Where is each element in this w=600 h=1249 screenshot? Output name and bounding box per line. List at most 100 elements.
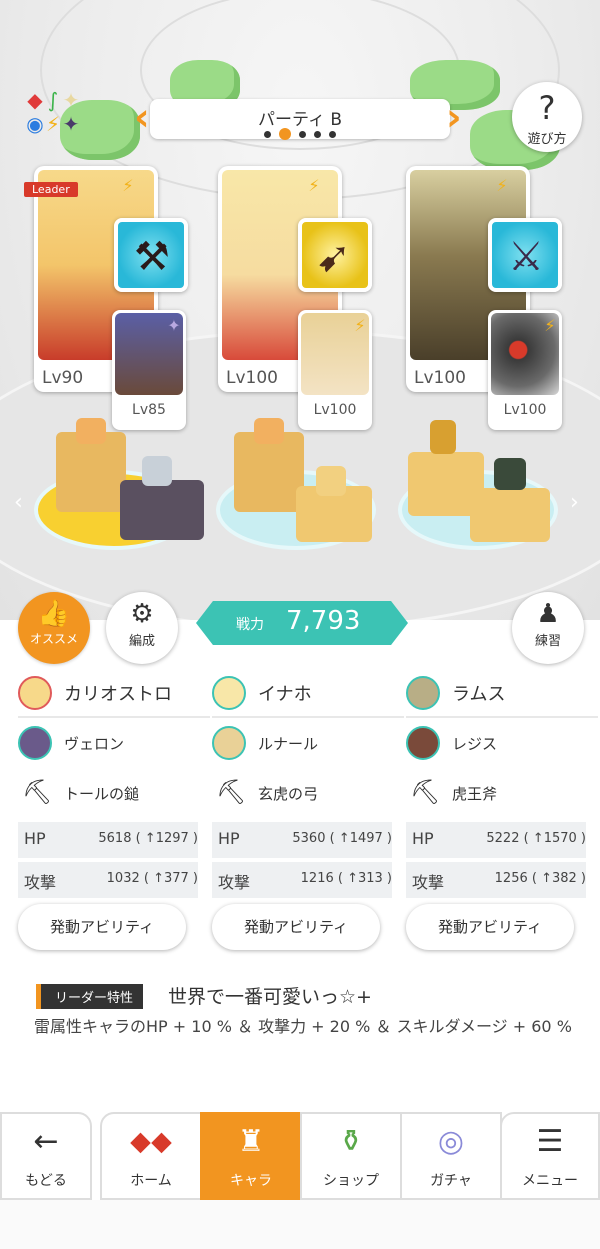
sub-character-card-2[interactable]: ⚡ Lv100 bbox=[298, 310, 372, 430]
gacha-icon: ◎ bbox=[437, 1124, 465, 1159]
weapon-slot-3[interactable]: ⚔ bbox=[488, 218, 562, 292]
sub-character-name: ヴェロン bbox=[64, 735, 125, 753]
party-title: パーティ B bbox=[257, 110, 343, 130]
weapon-slot-2[interactable]: ➹ bbox=[298, 218, 372, 292]
pixel-character bbox=[142, 456, 172, 486]
thunder-icon: ⚡ bbox=[496, 176, 508, 195]
scroll-left-icon[interactable]: ‹ bbox=[14, 490, 23, 515]
weapon-row[interactable]: ⛏ 玄虎の弓 bbox=[212, 772, 392, 822]
page-dot-active bbox=[279, 128, 291, 140]
main-level: Lv100 bbox=[226, 368, 278, 388]
sub-level: Lv100 bbox=[503, 402, 547, 418]
nav-menu-label: メニュー bbox=[522, 1173, 578, 1189]
avatar bbox=[406, 726, 440, 760]
pixel-character bbox=[494, 458, 526, 490]
leader-skill-name: 世界で一番可愛いっ☆+ bbox=[168, 986, 372, 1008]
main-character-name: ラムス bbox=[452, 684, 506, 705]
sub-character-name: レジス bbox=[452, 735, 498, 753]
weapon-row[interactable]: ⛏ 虎王斧 bbox=[406, 772, 586, 822]
hp-stat: HP 5360 ( ↑1497 ) bbox=[212, 822, 392, 858]
sub-character-row[interactable]: ルナール bbox=[212, 722, 392, 772]
attack-stat: 攻撃 1216 ( ↑313 ) bbox=[212, 862, 392, 898]
formation-button[interactable]: ⚙ 編成 bbox=[106, 592, 178, 664]
hp-value: 5222 ( ↑1570 ) bbox=[486, 831, 586, 846]
nav-back-label: もどる bbox=[25, 1173, 67, 1189]
axe-icon: ⚔ bbox=[508, 234, 544, 280]
avatar bbox=[212, 726, 246, 760]
axe-icon: ⛏ bbox=[216, 778, 247, 806]
weapon-name: トールの鎚 bbox=[64, 785, 140, 803]
scroll-right-icon[interactable]: › bbox=[570, 490, 579, 515]
sub-character-card-1[interactable]: ✦ Lv85 bbox=[112, 310, 186, 430]
page-dot bbox=[299, 130, 306, 138]
thunder-icon: ⚡ bbox=[354, 316, 366, 335]
sub-character-row[interactable]: レジス bbox=[406, 722, 586, 772]
menu-list-icon: ☰ bbox=[536, 1124, 564, 1159]
recommend-button[interactable]: 👍 オススメ bbox=[18, 592, 90, 664]
nav-home-label: ホーム bbox=[130, 1173, 172, 1189]
leader-skill-description: 雷属性キャラのHP + 10 % ＆ 攻撃力 + 20 % ＆ スキルダメージ … bbox=[34, 1017, 572, 1036]
divider bbox=[18, 716, 210, 718]
main-level: Lv100 bbox=[414, 368, 466, 388]
back-arrow-icon: ← bbox=[33, 1124, 59, 1159]
divider bbox=[406, 716, 598, 718]
power-display: 戦力 7,793 bbox=[196, 601, 408, 645]
weapon-slot-1[interactable]: ⚒ bbox=[114, 218, 188, 292]
nav-back[interactable]: ← もどる bbox=[0, 1112, 92, 1200]
leader-badge: Leader bbox=[24, 182, 78, 197]
home-icon: ⬥⬥ bbox=[130, 1124, 172, 1159]
pixel-character bbox=[76, 418, 106, 444]
wind-element-icon: ∫ bbox=[47, 88, 59, 112]
main-character-row[interactable]: イナホ bbox=[212, 672, 404, 722]
axe-icon: ⛏ bbox=[22, 778, 53, 806]
main-character-row[interactable]: ラムス bbox=[406, 672, 598, 722]
hammer-icon: ⚒ bbox=[134, 234, 170, 280]
avatar bbox=[18, 676, 52, 710]
hp-stat: HP 5618 ( ↑1297 ) bbox=[18, 822, 198, 858]
nav-menu[interactable]: ☰ メニュー bbox=[500, 1112, 600, 1200]
party-slot-column-2: イナホ ルナール ⛏ 玄虎の弓 HP 5360 ( ↑1497 ) 攻撃 121… bbox=[212, 672, 404, 902]
divider bbox=[212, 716, 404, 718]
attack-stat: 攻撃 1032 ( ↑377 ) bbox=[18, 862, 198, 898]
training-button[interactable]: ♟ 練習 bbox=[512, 592, 584, 664]
party-stage: ◆ ∫ ✦ ◉ ⚡ ✦ ‹ パーティ B › ? 遊び方 ⚡ Lv90 Leader ⚒… bbox=[0, 0, 600, 620]
attack-value: 1216 ( ↑313 ) bbox=[300, 871, 392, 886]
formation-label: 編成 bbox=[128, 634, 155, 649]
main-character-name: イナホ bbox=[258, 684, 312, 705]
bow-icon: ➹ bbox=[316, 232, 352, 281]
power-value: 7,793 bbox=[286, 606, 361, 636]
hp-label: HP bbox=[412, 829, 434, 848]
page-dot bbox=[314, 130, 321, 138]
nav-chara-label: キャラ bbox=[230, 1173, 272, 1189]
ability-button-3[interactable]: 発動アビリティ bbox=[406, 904, 574, 950]
pixel-character bbox=[254, 418, 284, 444]
character-icon: ♜ bbox=[237, 1124, 265, 1159]
nav-shop[interactable]: ⚱ ショップ bbox=[300, 1112, 402, 1200]
sub-character-card-3[interactable]: ⚡ Lv100 bbox=[488, 310, 562, 430]
hp-stat: HP 5222 ( ↑1570 ) bbox=[406, 822, 586, 858]
nav-gacha-label: ガチャ bbox=[430, 1173, 472, 1189]
sub-level: Lv85 bbox=[132, 402, 166, 418]
thunder-icon: ⚡ bbox=[544, 316, 556, 335]
nav-shop-label: ショップ bbox=[323, 1173, 379, 1189]
axe-icon: ⛏ bbox=[410, 778, 441, 806]
attack-label: 攻撃 bbox=[24, 873, 57, 892]
ability-button-2[interactable]: 発動アビリティ bbox=[212, 904, 380, 950]
pixel-character bbox=[430, 420, 456, 454]
main-character-row[interactable]: カリオストロ bbox=[18, 672, 210, 722]
attack-value: 1256 ( ↑382 ) bbox=[494, 871, 586, 886]
light-element-icon: ✦ bbox=[62, 88, 80, 112]
weapon-row[interactable]: ⛏ トールの鎚 bbox=[18, 772, 198, 822]
nav-gacha[interactable]: ◎ ガチャ bbox=[400, 1112, 502, 1200]
hp-label: HP bbox=[24, 829, 46, 848]
nav-home[interactable]: ⬥⬥ ホーム bbox=[100, 1112, 202, 1200]
thunder-icon: ⚡ bbox=[122, 176, 134, 195]
sub-character-row[interactable]: ヴェロン bbox=[18, 722, 198, 772]
shop-icon: ⚱ bbox=[338, 1124, 364, 1159]
party-page-dots bbox=[0, 128, 600, 140]
nav-chara[interactable]: ♜ キャラ bbox=[200, 1112, 302, 1200]
page-dot bbox=[329, 130, 336, 138]
sub-character-name: ルナール bbox=[258, 735, 319, 753]
ability-button-1[interactable]: 発動アビリティ bbox=[18, 904, 186, 950]
help-button[interactable]: ? 遊び方 bbox=[512, 82, 582, 152]
